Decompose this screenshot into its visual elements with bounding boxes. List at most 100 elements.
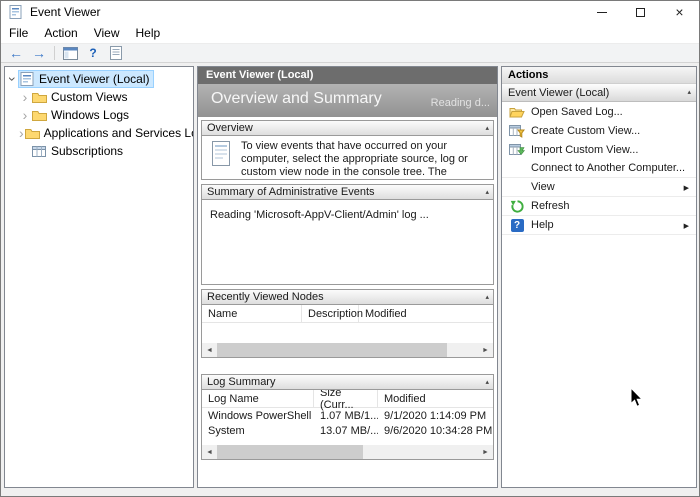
open-folder-icon: [509, 105, 525, 119]
actions-group-header[interactable]: Event Viewer (Local) ▴: [502, 84, 696, 102]
column-header-name[interactable]: Name: [202, 305, 302, 323]
results-pane-title: Event Viewer (Local): [198, 67, 497, 84]
recent-nodes-section: Recently Viewed Nodes ▴ Name Description…: [201, 289, 494, 358]
action-label: Refresh: [531, 200, 570, 212]
forward-button[interactable]: →: [29, 45, 49, 62]
scroll-track[interactable]: [217, 343, 478, 357]
log-summary-hscrollbar[interactable]: ◄ ►: [202, 445, 493, 459]
menu-view[interactable]: View: [86, 24, 128, 42]
scroll-right-icon[interactable]: ►: [478, 445, 493, 459]
maximize-button[interactable]: [621, 1, 660, 23]
action-help[interactable]: ? Help ▶: [502, 216, 696, 235]
action-label: Import Custom View...: [531, 144, 638, 156]
collapse-icon[interactable]: ▴: [485, 293, 489, 301]
cell-size: 1.07 MB/1...: [314, 410, 378, 422]
folder-icon: [25, 127, 40, 140]
log-summary-section: Log Summary ▴ Log Name Size (Curr... Mod…: [201, 374, 494, 460]
recent-nodes-header[interactable]: Recently Viewed Nodes ▴: [201, 289, 494, 305]
column-header-description[interactable]: Description: [302, 305, 359, 323]
menu-help[interactable]: Help: [128, 24, 169, 42]
title-bar[interactable]: Event Viewer ×: [1, 1, 699, 23]
cell-size: 13.07 MB/...: [314, 425, 378, 437]
collapse-icon[interactable]: ▴: [485, 378, 489, 386]
tree-item-windows-logs[interactable]: › Windows Logs: [5, 106, 193, 124]
help-icon: ?: [89, 46, 96, 60]
scroll-thumb[interactable]: [217, 445, 363, 459]
minimize-button[interactable]: [582, 1, 621, 23]
action-import-custom-view[interactable]: Import Custom View...: [502, 140, 696, 159]
log-row-system[interactable]: System 13.07 MB/... 9/6/2020 10:34:28 PM: [202, 423, 493, 438]
chevron-expanded-icon[interactable]: ›: [7, 73, 19, 85]
admin-summary-body: Reading 'Microsoft-AppV-Client/Admin' lo…: [201, 200, 494, 285]
overview-section: Overview ▴ To view events that have occu…: [201, 120, 494, 180]
show-console-tree-button[interactable]: [60, 45, 80, 62]
action-open-saved-log[interactable]: Open Saved Log...: [502, 102, 696, 121]
tree-item-subscriptions[interactable]: Subscriptions: [5, 142, 193, 160]
tree-item-label: Event Viewer (Local): [39, 72, 150, 86]
folder-icon: [32, 91, 47, 104]
back-button[interactable]: ←: [6, 45, 26, 62]
scroll-left-icon[interactable]: ◄: [202, 445, 217, 459]
window-title: Event Viewer: [30, 5, 100, 19]
custom-view-icon: [509, 124, 525, 138]
column-header-modified[interactable]: Modified: [359, 305, 493, 323]
submenu-arrow-icon: ▶: [684, 184, 689, 192]
chevron-right-icon[interactable]: ›: [19, 91, 31, 103]
recent-nodes-hscrollbar[interactable]: ◄ ►: [202, 343, 493, 357]
close-button[interactable]: ×: [660, 1, 699, 23]
folder-icon: [32, 109, 47, 122]
export-list-button[interactable]: [106, 45, 126, 62]
tree-item-event-viewer-local[interactable]: › Event Viewer (Local): [5, 70, 193, 88]
tree-item-custom-views[interactable]: › Custom Views: [5, 88, 193, 106]
menu-action[interactable]: Action: [36, 24, 85, 42]
column-header-size[interactable]: Size (Curr...: [314, 390, 378, 408]
document-icon: [110, 46, 123, 60]
actions-pane-title: Actions: [502, 67, 696, 84]
section-title: Overview: [207, 122, 253, 134]
toolbar-separator: [54, 46, 55, 60]
action-view[interactable]: View ▶: [502, 178, 696, 197]
submenu-arrow-icon: ▶: [684, 222, 689, 230]
tree-item-label: Windows Logs: [51, 108, 129, 122]
section-title: Log Summary: [207, 376, 275, 388]
action-connect-to-another-computer[interactable]: Connect to Another Computer...: [502, 159, 696, 178]
scroll-right-icon[interactable]: ►: [478, 343, 493, 357]
help-toolbar-button[interactable]: ?: [83, 45, 103, 62]
scroll-thumb[interactable]: [217, 343, 447, 357]
menu-file[interactable]: File: [1, 24, 36, 42]
overview-text: To view events that have occurred on you…: [241, 140, 487, 179]
log-row-windows-powershell[interactable]: Windows PowerShell 1.07 MB/1... 9/1/2020…: [202, 408, 493, 423]
banner-status: Reading d...: [431, 97, 490, 109]
column-header-log-name[interactable]: Log Name: [202, 390, 314, 408]
tree-item-applications-services-logs[interactable]: › Applications and Services Logs: [5, 124, 193, 142]
collapse-icon[interactable]: ▴: [687, 88, 691, 96]
app-icon: [8, 4, 24, 20]
recent-nodes-body: Name Description Modified ◄ ►: [201, 305, 494, 358]
collapse-icon[interactable]: ▴: [485, 124, 489, 132]
menu-bar: File Action View Help: [1, 23, 699, 43]
subscriptions-icon: [32, 145, 47, 158]
action-refresh[interactable]: Refresh: [502, 197, 696, 216]
results-body: Overview ▴ To view events that have occu…: [198, 117, 497, 487]
reading-log-status: Reading 'Microsoft-AppV-Client/Admin' lo…: [202, 200, 493, 221]
minimize-icon: [597, 12, 607, 13]
action-label: Help: [531, 219, 554, 231]
tree-item-label: Applications and Services Logs: [44, 126, 194, 140]
overview-section-header[interactable]: Overview ▴: [201, 120, 494, 136]
action-label: View: [531, 181, 555, 193]
section-title: Summary of Administrative Events: [207, 186, 375, 198]
section-title: Recently Viewed Nodes: [207, 291, 324, 303]
scroll-left-icon[interactable]: ◄: [202, 343, 217, 357]
log-summary-header[interactable]: Log Summary ▴: [201, 374, 494, 390]
cell-log-name: System: [202, 425, 314, 437]
admin-summary-header[interactable]: Summary of Administrative Events ▴: [201, 184, 494, 200]
tree-selection[interactable]: Event Viewer (Local): [19, 71, 153, 87]
scroll-track[interactable]: [217, 445, 478, 459]
chevron-right-icon[interactable]: ›: [19, 109, 31, 121]
forward-icon: →: [32, 46, 46, 60]
mouse-cursor: [630, 387, 644, 408]
admin-summary-section: Summary of Administrative Events ▴ Readi…: [201, 184, 494, 285]
action-create-custom-view[interactable]: Create Custom View...: [502, 121, 696, 140]
column-header-modified[interactable]: Modified: [378, 390, 493, 408]
collapse-icon[interactable]: ▴: [485, 188, 489, 196]
